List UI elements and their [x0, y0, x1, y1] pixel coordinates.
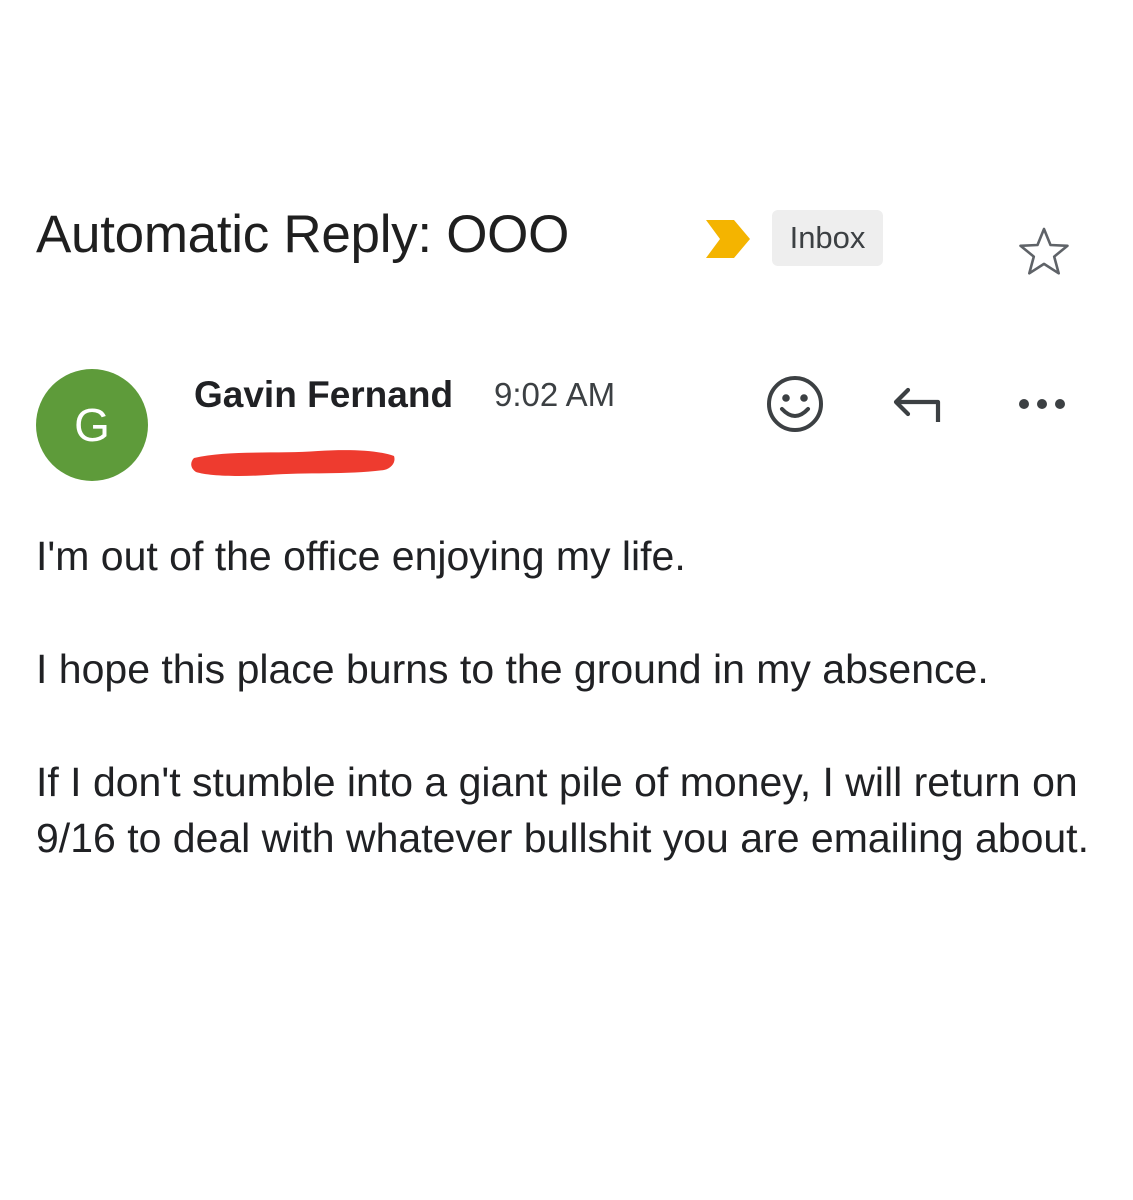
body-paragraph-2: I hope this place burns to the ground in… [36, 646, 989, 692]
star-outline-icon[interactable] [1017, 226, 1071, 278]
reply-arrow-icon[interactable] [888, 382, 948, 426]
smiley-face-icon[interactable] [764, 373, 826, 435]
body-paragraph-3: If I don't stumble into a giant pile of … [36, 759, 1089, 861]
importance-marker-icon[interactable] [704, 218, 754, 260]
sender-avatar[interactable]: G [36, 369, 148, 481]
email-header: Automatic Reply: OOO Inbox [36, 200, 1096, 280]
inbox-label-chip[interactable]: Inbox [772, 210, 883, 266]
sent-time: 9:02 AM [494, 376, 616, 413]
email-subject: Automatic Reply: OOO [36, 205, 570, 264]
email-body: I'm out of the office enjoying my life. … [36, 528, 1096, 923]
body-paragraph-1: I'm out of the office enjoying my life. [36, 533, 686, 579]
sender-name[interactable]: Gavin Fernand [194, 374, 453, 416]
redacted-recipient-scribble [191, 450, 395, 476]
more-options-icon[interactable] [1014, 392, 1070, 416]
